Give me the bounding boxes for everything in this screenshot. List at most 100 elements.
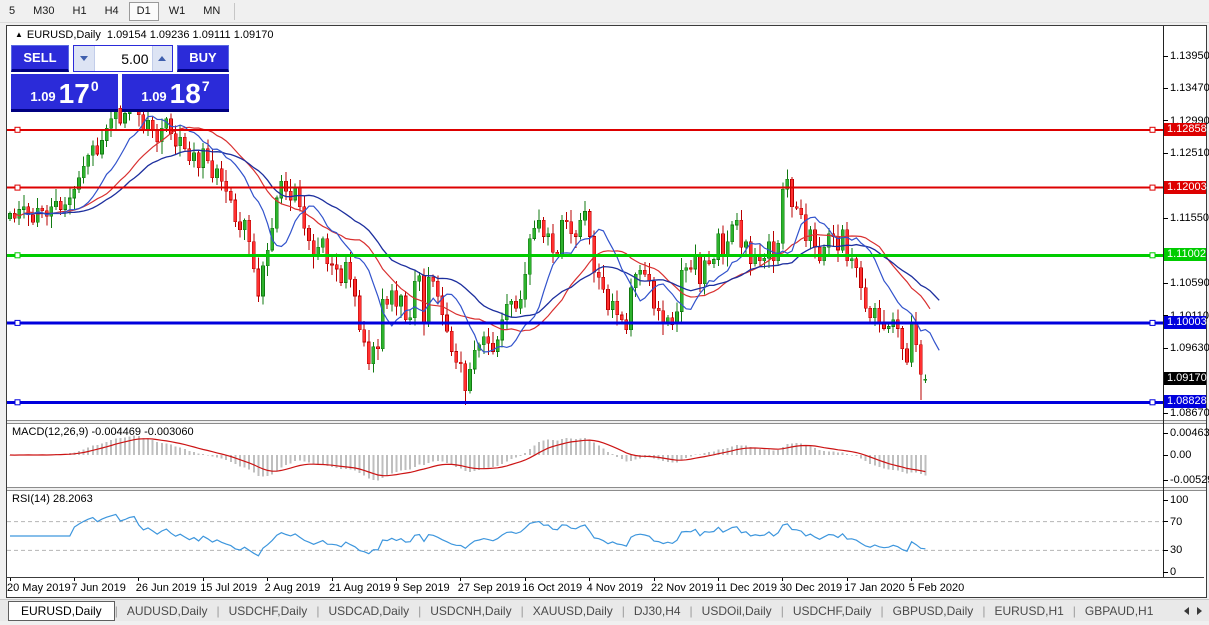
- mt4-application: 5 M30 H1 H4 D1 W1 MN ▲ EURUSD,Daily 1.09154 1.09…: [0, 0, 1209, 625]
- macd-tick-dash: [1163, 479, 1168, 481]
- price-tick-dash: [1163, 347, 1168, 349]
- current-price-badge: 1.09170: [1164, 372, 1207, 386]
- level-handle-left-1.10003[interactable]: [14, 319, 21, 326]
- price-tick-dash: [1163, 282, 1168, 284]
- tab-scroll-arrows: [1180, 604, 1206, 618]
- rsi-chart: [7, 513, 1163, 557]
- level-price-badge-green: 1.11002: [1164, 248, 1206, 262]
- chart-tab-xauusd-daily[interactable]: XAUUSD,Daily: [524, 602, 622, 620]
- sell-price-head: 1.09: [30, 89, 56, 104]
- price-tick-label: 1.12510: [1170, 147, 1209, 160]
- arrow-right-icon: [1197, 607, 1202, 615]
- date-tick-label: 11 Dec 2019: [715, 582, 777, 594]
- timeframe-button-5[interactable]: 5: [1, 2, 23, 21]
- level-handle-right-1.12003[interactable]: [1149, 184, 1156, 191]
- buy-price-box[interactable]: 1.09 18 7: [122, 74, 229, 112]
- chart-tab-gbpusd-daily[interactable]: GBPUSD,Daily: [884, 602, 983, 620]
- sell-price-box[interactable]: 1.09 17 0: [11, 74, 118, 112]
- date-tick-label: 22 Nov 2019: [651, 582, 714, 594]
- uptick-triangle-icon: ▲: [15, 30, 23, 39]
- chart-tab-eurusd-h1[interactable]: EURUSD,H1: [985, 602, 1072, 620]
- chart-tab-audusd-daily[interactable]: AUDUSD,Daily: [118, 602, 217, 620]
- timeframe-button-mn[interactable]: MN: [195, 2, 228, 21]
- rsi-axis-label: 30: [1170, 544, 1183, 557]
- date-tick-mark: [911, 578, 913, 581]
- date-tick-mark: [846, 578, 848, 581]
- one-click-trading-panel: SELL BUY 1.09 17 0 1.09 18 7: [11, 45, 229, 112]
- price-axis-line: [1163, 26, 1164, 577]
- lot-decrease-button[interactable]: [74, 46, 95, 71]
- level-lines-layer: [7, 126, 1163, 406]
- level-handle-right-1.12858[interactable]: [1149, 126, 1156, 133]
- chart-tab-usdcad-daily[interactable]: USDCAD,Daily: [319, 602, 418, 620]
- chart-tab-usdchf-daily[interactable]: USDCHF,Daily: [784, 602, 881, 620]
- macd-current-values: -0.004469 -0.003060: [91, 426, 194, 438]
- tabs-scroll-left-button[interactable]: [1180, 604, 1193, 618]
- date-tick-label: 4 Nov 2019: [586, 582, 643, 594]
- buy-price-big: 18: [169, 78, 201, 109]
- lot-size-input[interactable]: [94, 46, 152, 71]
- toolbar-separator: [234, 2, 236, 20]
- level-handle-left-1.12003[interactable]: [14, 184, 21, 191]
- price-tick-label: 1.09630: [1170, 342, 1209, 355]
- lot-increase-button[interactable]: [151, 46, 172, 71]
- level-price-badge-blue: 1.08828: [1164, 395, 1207, 409]
- date-tick-mark: [653, 578, 655, 581]
- date-tick-label: 27 Sep 2019: [457, 582, 521, 594]
- buy-price-head: 1.09: [141, 89, 167, 104]
- date-tick-mark: [267, 578, 269, 581]
- timeframe-button-w1[interactable]: W1: [161, 2, 194, 21]
- rsi-tick-dash: [1163, 571, 1168, 573]
- timeframe-button-h4[interactable]: H4: [97, 2, 127, 21]
- date-tick-mark: [331, 578, 333, 581]
- date-tick-mark: [524, 578, 526, 581]
- macd-panel[interactable]: MACD(12,26,9) -0.004469 -0.003060: [7, 424, 1163, 487]
- macd-axis-label: 0.00: [1170, 449, 1192, 461]
- timeframe-button-d1[interactable]: D1: [128, 1, 159, 21]
- date-axis[interactable]: 20 May 2019 7 Jun 2019 26 Jun 2019 15 Jul 2…: [7, 577, 1204, 596]
- date-tick-label: 7 Jun 2019: [71, 582, 126, 594]
- level-handle-right-1.11002[interactable]: [1149, 252, 1156, 259]
- level-price-badge-blue: 1.10003: [1164, 315, 1207, 329]
- macd-axis-label: -0.005299: [1170, 474, 1209, 487]
- chevron-down-icon: [79, 56, 88, 61]
- chart-tab-dj30-h4[interactable]: DJ30,H4: [625, 602, 690, 620]
- macd-tick-dash: [1163, 454, 1168, 456]
- chart-tab-eurusd-daily[interactable]: EURUSD,Daily: [8, 600, 115, 621]
- sell-button[interactable]: SELL: [11, 45, 69, 72]
- date-tick-label: 9 Sep 2019: [393, 582, 450, 594]
- date-tick-mark: [782, 578, 784, 581]
- level-handle-left-1.11002[interactable]: [14, 252, 21, 259]
- level-handle-left-1.08828[interactable]: [14, 399, 21, 406]
- chart-tab-usdcnh-daily[interactable]: USDCNH,Daily: [421, 602, 520, 620]
- rsi-axis-label: 70: [1170, 515, 1183, 528]
- level-handle-right-1.10003[interactable]: [1149, 319, 1156, 326]
- chart-tab-usdoil-daily[interactable]: USDOil,Daily: [693, 602, 781, 620]
- macd-histogram: [9, 435, 927, 481]
- date-tick-mark: [460, 578, 462, 581]
- date-tick-label: 15 Jul 2019: [200, 582, 258, 594]
- chart-tab-usdchf-daily[interactable]: USDCHF,Daily: [220, 602, 317, 620]
- date-tick-mark: [717, 578, 719, 581]
- macd-label: MACD(12,26,9) -0.004469 -0.003060: [12, 426, 194, 438]
- macd-tick-dash: [1163, 432, 1168, 434]
- date-tick-label: 20 May 2019: [7, 582, 71, 594]
- date-tick-label: 30 Dec 2019: [779, 582, 843, 594]
- sell-price-sup: 0: [90, 78, 99, 94]
- price-tick-dash: [1163, 55, 1168, 57]
- buy-price-sup: 7: [201, 78, 210, 94]
- rsi-panel[interactable]: RSI(14) 28.2063: [7, 491, 1163, 577]
- chart-tab-bar: EURUSD,Daily | AUDUSD,Daily | USDCHF,Daily | U…: [0, 599, 1209, 621]
- level-handle-left-1.12858[interactable]: [14, 126, 21, 133]
- level-handle-right-1.08828[interactable]: [1149, 399, 1156, 406]
- chart-tab-gbpaud-h1[interactable]: GBPAUD,H1: [1076, 602, 1162, 620]
- price-tick-label: 1.13950: [1170, 50, 1209, 62]
- timeframe-button-h1[interactable]: H1: [65, 2, 95, 21]
- price-tick-dash: [1163, 412, 1168, 414]
- timeframe-button-m30[interactable]: M30: [25, 2, 62, 21]
- buy-button[interactable]: BUY: [177, 45, 229, 72]
- tabs-scroll-right-button[interactable]: [1193, 604, 1206, 618]
- lot-size-group: [73, 45, 173, 72]
- arrow-left-icon: [1184, 607, 1189, 615]
- price-tick-label: 1.13470: [1170, 82, 1209, 95]
